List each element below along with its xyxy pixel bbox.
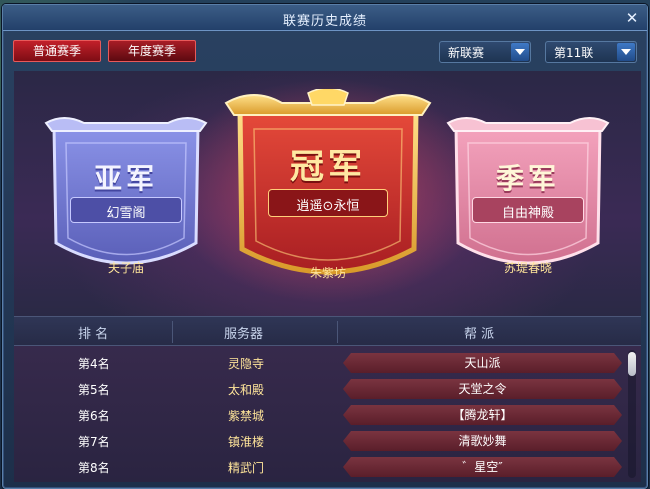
champion-banner: 冠军 逍遥⊙永恒 朱紫坊 bbox=[224, 89, 432, 301]
third-place-team: 自由神殿 bbox=[501, 206, 554, 221]
table-row[interactable]: 第4名 灵隐寺 天山派 bbox=[14, 350, 626, 374]
scrollbar[interactable] bbox=[628, 350, 636, 478]
window-title: 联赛历史成绩 bbox=[282, 14, 367, 29]
column-divider bbox=[337, 321, 338, 343]
tab-annual-season-label: 年度赛季 bbox=[127, 44, 176, 58]
champion-team: 逍遥⊙永恒 bbox=[296, 199, 360, 214]
third-place-title: 季军 bbox=[495, 162, 560, 195]
runner-up-banner: 亚军 幻雪阁 夫子庙 bbox=[44, 113, 208, 293]
league-type-value: 新联赛 bbox=[448, 46, 485, 60]
rank-cell: 第4名 bbox=[78, 357, 110, 371]
ranking-table[interactable]: 第4名 灵隐寺 天山派 第5名 太和殿 天堂之令 第6名 紫禁城 【腾龙轩】 第… bbox=[14, 346, 641, 482]
guild-cell: 天堂之令 bbox=[343, 379, 622, 399]
league-type-dropdown[interactable]: 新联赛 bbox=[439, 41, 531, 63]
tab-regular-season[interactable]: 普通赛季 bbox=[13, 40, 101, 62]
runner-up-server: 夫子庙 bbox=[107, 261, 144, 275]
scrollbar-thumb[interactable] bbox=[628, 352, 636, 376]
column-server-header: 服务器 bbox=[224, 327, 264, 342]
server-cell: 镇淮楼 bbox=[228, 435, 265, 449]
table-row[interactable]: 第7名 镇淮楼 清歌妙舞 bbox=[14, 428, 626, 452]
tab-annual-season[interactable]: 年度赛季 bbox=[108, 40, 196, 62]
guild-cell: ゛星空″ bbox=[343, 457, 622, 477]
runner-up-team: 幻雪阁 bbox=[106, 206, 146, 221]
league-history-window: 联赛历史成绩 ✕ 普通赛季 年度赛季 新联赛 第11联 亚军 幻雪阁 夫子庙 冠… bbox=[2, 4, 648, 489]
table-row[interactable]: 第8名 精武门 ゛星空″ bbox=[14, 454, 626, 478]
chevron-down-icon bbox=[617, 43, 635, 61]
server-cell: 紫禁城 bbox=[228, 409, 265, 423]
league-number-value: 第11联 bbox=[554, 46, 594, 60]
third-place-server: 苏堤春晓 bbox=[503, 261, 552, 275]
chevron-down-icon bbox=[511, 43, 529, 61]
champion-title: 冠军 bbox=[290, 147, 366, 187]
column-rank-header: 排 名 bbox=[78, 327, 109, 342]
league-number-dropdown[interactable]: 第11联 bbox=[545, 41, 637, 63]
close-button[interactable]: ✕ bbox=[623, 9, 641, 27]
rank-cell: 第7名 bbox=[78, 435, 110, 449]
column-guild-header: 帮 派 bbox=[464, 327, 495, 342]
column-divider bbox=[172, 321, 173, 343]
guild-cell: 天山派 bbox=[343, 353, 622, 373]
guild-cell: 【腾龙轩】 bbox=[343, 405, 622, 425]
title-bar[interactable]: 联赛历史成绩 ✕ bbox=[3, 5, 647, 31]
tab-regular-season-label: 普通赛季 bbox=[32, 44, 81, 58]
close-icon: ✕ bbox=[625, 9, 639, 27]
server-cell: 太和殿 bbox=[228, 383, 265, 397]
champion-server: 朱紫坊 bbox=[309, 266, 346, 280]
guild-cell: 清歌妙舞 bbox=[343, 431, 622, 451]
third-place-banner: 季军 自由神殿 苏堤春晓 bbox=[446, 113, 610, 293]
rank-cell: 第5名 bbox=[78, 383, 110, 397]
rank-cell: 第6名 bbox=[78, 409, 110, 423]
table-header: 排 名 服务器 帮 派 bbox=[14, 316, 641, 346]
server-cell: 灵隐寺 bbox=[228, 357, 265, 371]
server-cell: 精武门 bbox=[228, 461, 265, 475]
rank-cell: 第8名 bbox=[78, 461, 110, 475]
table-row[interactable]: 第6名 紫禁城 【腾龙轩】 bbox=[14, 402, 626, 426]
runner-up-title: 亚军 bbox=[93, 162, 158, 195]
podium-area: 亚军 幻雪阁 夫子庙 冠军 逍遥⊙永恒 朱紫坊 季军 自由神殿 苏堤春晓 bbox=[14, 71, 641, 316]
table-row[interactable]: 第5名 太和殿 天堂之令 bbox=[14, 376, 626, 400]
